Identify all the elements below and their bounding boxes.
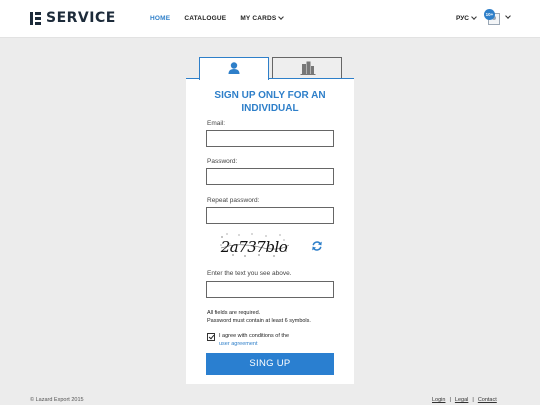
nav-home[interactable]: HOME (150, 15, 170, 22)
footer-separator: | (449, 397, 451, 403)
repeat-password-label: Repeat password: (207, 197, 260, 204)
agreement-row: I agree with conditions of the user agre… (207, 332, 289, 348)
note-password-length: Password must contain at least 6 symbols… (207, 318, 311, 324)
account-type-tabs (186, 57, 354, 80)
password-label: Password: (207, 158, 238, 165)
language-label: РУС (456, 15, 469, 22)
person-icon (228, 62, 240, 74)
footer-separator: | (472, 397, 474, 403)
nav-catalogue[interactable]: CATALOGUE (184, 15, 226, 22)
agreement-checkbox[interactable] (207, 333, 215, 341)
captcha-text: 2a737blo (220, 238, 288, 256)
footer-links: Login | Legal | Contact (432, 397, 497, 403)
tab-company[interactable] (272, 57, 342, 79)
main-nav: HOME CATALOGUE MY CARDS (150, 14, 285, 22)
brand-logo[interactable]: SERVICE (30, 10, 116, 26)
footer-login-link[interactable]: Login (432, 397, 445, 403)
refresh-captcha-icon[interactable] (311, 240, 323, 252)
note-required: All fields are required. (207, 310, 261, 316)
nav-my-cards[interactable]: MY CARDS (240, 14, 285, 22)
building-icon (300, 61, 316, 75)
chevron-down-icon (471, 14, 477, 20)
user-menu[interactable]: 10+ (484, 9, 511, 29)
nav-my-cards-label: MY CARDS (240, 15, 277, 22)
captcha-image: 2a737blo (220, 233, 290, 257)
brand-name: SERVICE (46, 10, 116, 26)
copyright: © Lazard Export 2015 (30, 397, 84, 403)
tab-individual[interactable] (199, 57, 269, 80)
footer-legal-link[interactable]: Legal (455, 397, 468, 403)
chevron-down-icon (505, 13, 511, 19)
footer-contact-link[interactable]: Contact (478, 397, 497, 403)
chevron-down-icon (278, 14, 285, 20)
user-agreement-link[interactable]: user agreement (219, 340, 289, 348)
agreement-text: I agree with conditions of the (219, 333, 290, 339)
language-selector[interactable]: РУС (456, 14, 477, 22)
signup-form-card: SIGN UP ONLY FOR AN INDIVIDUAL Email: Pa… (186, 79, 354, 384)
captcha-input-label: Enter the text you see above. (207, 270, 292, 277)
password-field[interactable] (206, 168, 334, 185)
top-navigation-bar: SERVICE HOME CATALOGUE MY CARDS РУС 10+ (0, 0, 540, 38)
email-label: Email: (207, 120, 226, 127)
notification-badge: 10+ (484, 9, 495, 20)
form-title: SIGN UP ONLY FOR AN INDIVIDUAL (214, 90, 326, 114)
email-field[interactable] (206, 130, 334, 147)
signup-button[interactable]: SING UP (206, 353, 334, 375)
captcha-input[interactable] (206, 281, 334, 298)
form-requirements-note: All fields are required. Password must c… (207, 309, 311, 325)
brand-e-logo-icon (30, 11, 41, 25)
repeat-password-field[interactable] (206, 207, 334, 224)
